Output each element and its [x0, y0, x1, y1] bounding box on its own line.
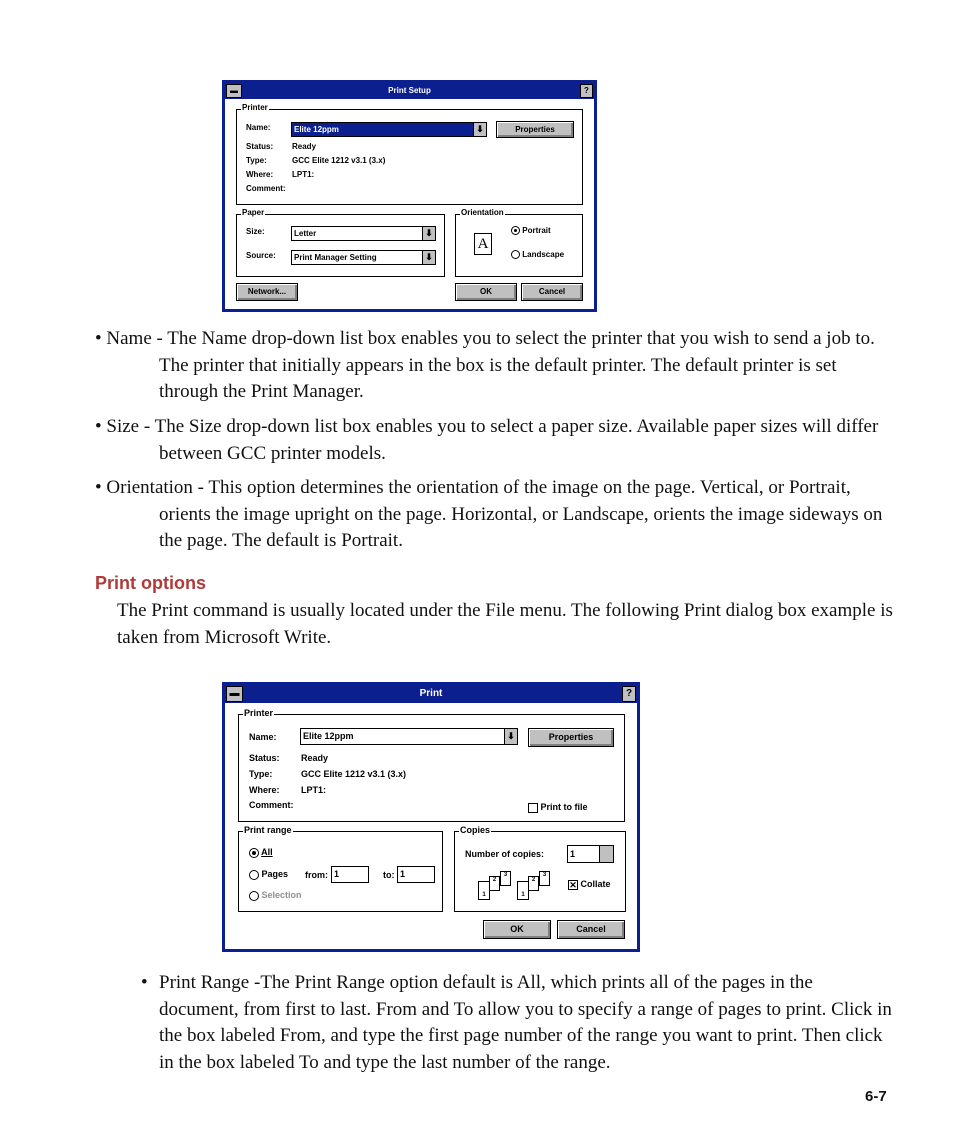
- where-value: LPT1:: [292, 170, 315, 179]
- radio-icon[interactable]: [511, 250, 520, 260]
- comment-label: Comment:: [246, 184, 286, 193]
- sheet: 2: [528, 876, 539, 891]
- print-setup-dialog: Print Setup ▬ ? Printer Name: Elite 12pp…: [222, 80, 597, 312]
- sheet: 1: [517, 881, 529, 900]
- name-label: Name:: [246, 123, 271, 132]
- dropdown-arrow-icon[interactable]: ⬇: [422, 251, 435, 264]
- type-value: GCC Elite 1212 v3.1 (3.x): [301, 769, 407, 779]
- system-menu-button[interactable]: ▬: [226, 84, 242, 98]
- ok-button[interactable]: OK: [483, 920, 551, 939]
- dropdown-arrow-icon[interactable]: ⬇: [473, 123, 486, 136]
- intro-paragraph: The Print command is usually located und…: [117, 600, 893, 648]
- collate-checkbox[interactable]: ✕ Collate: [568, 879, 611, 890]
- landscape-radio[interactable]: Landscape: [511, 250, 565, 260]
- portrait-radio[interactable]: Portrait: [511, 226, 551, 236]
- dialog-title: Print Setup: [388, 86, 431, 95]
- type-label: Type:: [246, 156, 267, 165]
- portrait-page-icon: A: [474, 233, 492, 255]
- print-dialog: Print ▬ ? Printer Name: Elite 12ppm ⬇ Pr…: [222, 682, 640, 952]
- section-heading: Print options: [95, 573, 206, 593]
- print-range-group-label: Print range: [243, 825, 293, 835]
- status-label: Status:: [246, 142, 274, 151]
- printer-group-label: Printer: [243, 708, 275, 718]
- portrait-label: Portrait: [522, 226, 551, 235]
- cancel-button[interactable]: Cancel: [521, 283, 583, 301]
- bullet-print-range: Print Range -The Print Range option defa…: [159, 972, 892, 1073]
- pages-radio[interactable]: Pages: [249, 869, 288, 880]
- bullet-marker: •: [141, 972, 148, 993]
- sheet: 3: [500, 871, 511, 886]
- properties-button[interactable]: Properties: [496, 121, 574, 138]
- all-label: All: [261, 847, 273, 857]
- copies-label: Number of copies:: [465, 849, 545, 859]
- network-button[interactable]: Network...: [236, 283, 298, 301]
- help-button[interactable]: ?: [580, 84, 593, 98]
- cancel-button[interactable]: Cancel: [557, 920, 625, 939]
- dialog-title: Print: [419, 688, 443, 699]
- sheet: 1: [478, 881, 490, 900]
- selection-radio[interactable]: Selection: [249, 890, 302, 901]
- help-button[interactable]: ?: [622, 686, 636, 702]
- printer-name-value: Elite 12ppm: [303, 731, 354, 741]
- type-label: Type:: [249, 769, 273, 779]
- bullet-orientation: • Orientation - This option determines t…: [95, 477, 883, 551]
- paper-size-dropdown[interactable]: Letter ⬇: [291, 226, 436, 241]
- type-value: GCC Elite 1212 v3.1 (3.x): [292, 156, 386, 165]
- printer-name-dropdown[interactable]: Elite 12ppm ⬇: [300, 728, 518, 745]
- dropdown-arrow-icon[interactable]: ⬇: [504, 729, 517, 744]
- from-page-input[interactable]: 1: [331, 866, 369, 883]
- where-value: LPT1:: [301, 785, 327, 795]
- paper-source-value: Print Manager Setting: [294, 253, 377, 262]
- pages-label: Pages: [261, 869, 289, 879]
- print-to-file-checkbox[interactable]: Print to file: [528, 802, 588, 813]
- spinner-arrows-icon[interactable]: [599, 846, 613, 862]
- collate-label: Collate: [580, 879, 611, 889]
- paper-source-dropdown[interactable]: Print Manager Setting ⬇: [291, 250, 436, 265]
- where-label: Where:: [249, 785, 280, 795]
- to-label: to:: [383, 870, 395, 880]
- radio-icon[interactable]: [511, 226, 520, 236]
- copies-value: 1: [570, 849, 576, 859]
- title-bar: Print Setup ▬ ?: [225, 83, 594, 99]
- properties-button[interactable]: Properties: [528, 728, 614, 747]
- page-number: 6-7: [865, 1088, 887, 1105]
- copies-spinner[interactable]: 1: [567, 845, 614, 863]
- checkbox-icon[interactable]: [528, 802, 538, 813]
- size-label: Size:: [246, 227, 265, 236]
- status-value: Ready: [301, 753, 329, 763]
- title-bar: Print ▬ ?: [225, 685, 637, 703]
- radio-icon[interactable]: [249, 869, 259, 880]
- orientation-group-label: Orientation: [460, 208, 505, 217]
- dropdown-arrow-icon[interactable]: ⬇: [422, 227, 435, 240]
- copies-group-label: Copies: [459, 825, 492, 835]
- bullet-name: • Name - The Name drop-down list box ena…: [95, 328, 875, 402]
- print-to-file-label: Print to file: [540, 802, 588, 812]
- comment-label: Comment:: [249, 800, 294, 810]
- ok-button[interactable]: OK: [455, 283, 517, 301]
- radio-icon[interactable]: [249, 890, 259, 901]
- paper-group: Paper: [236, 208, 445, 277]
- selection-label: Selection: [261, 890, 302, 900]
- to-page-input[interactable]: 1: [397, 866, 435, 883]
- status-value: Ready: [292, 142, 317, 151]
- status-label: Status:: [249, 753, 280, 763]
- document-page: Print Setup ▬ ? Printer Name: Elite 12pp…: [0, 0, 954, 1145]
- landscape-label: Landscape: [522, 250, 565, 259]
- printer-name-dropdown[interactable]: Elite 12ppm ⬇: [291, 122, 487, 137]
- name-label: Name:: [249, 732, 277, 742]
- where-label: Where:: [246, 170, 274, 179]
- sheet: 2: [489, 876, 500, 891]
- source-label: Source:: [246, 251, 276, 260]
- system-menu-button[interactable]: ▬: [226, 686, 243, 702]
- radio-icon[interactable]: [249, 847, 259, 858]
- checkbox-checked-icon[interactable]: ✕: [568, 879, 578, 890]
- paper-size-value: Letter: [294, 229, 317, 238]
- printer-name-value: Elite 12ppm: [294, 125, 339, 134]
- from-label: from:: [305, 870, 328, 880]
- all-radio[interactable]: All: [249, 847, 273, 858]
- printer-group-label: Printer: [241, 103, 269, 112]
- paper-group-label: Paper: [241, 208, 266, 217]
- sheet: 3: [539, 871, 550, 886]
- bullet-size: • Size - The Size drop-down list box ena…: [95, 416, 879, 464]
